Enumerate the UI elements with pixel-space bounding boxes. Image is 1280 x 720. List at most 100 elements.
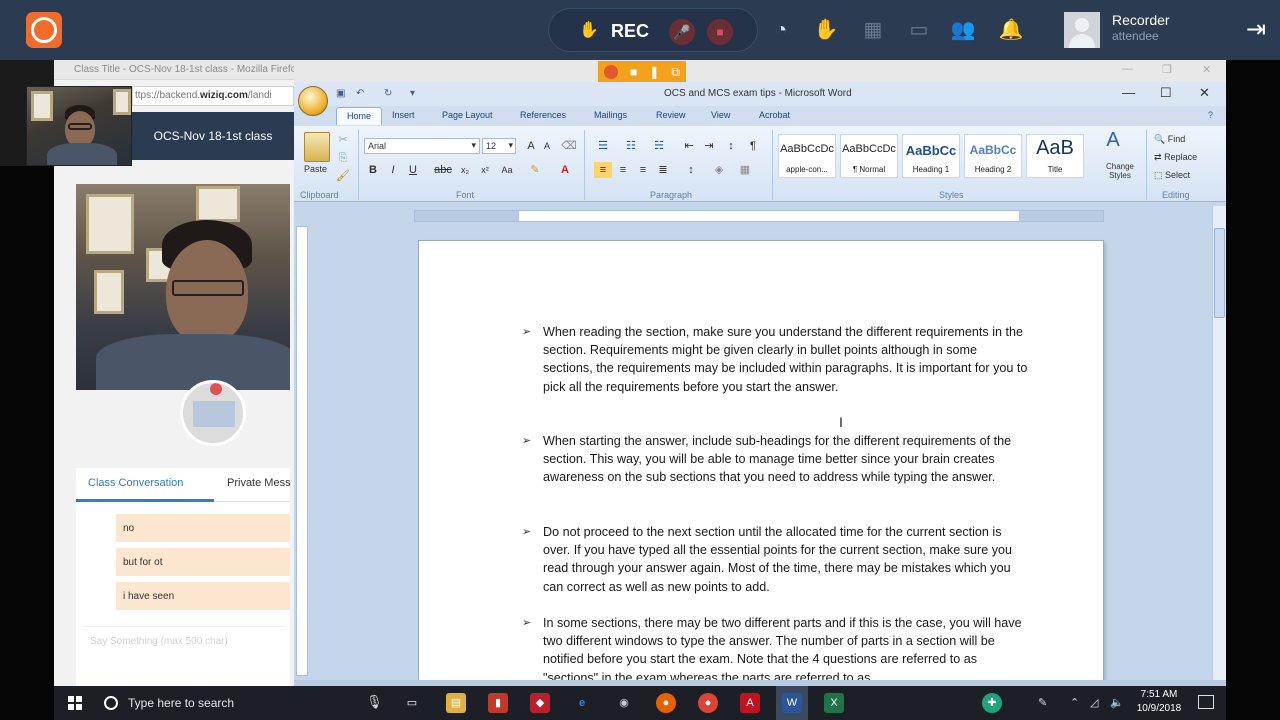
style-heading-1[interactable]: AaBbCc Heading 1 <box>902 134 960 178</box>
exit-icon[interactable]: ⇥ <box>1240 14 1272 46</box>
style-title[interactable]: AaB Title <box>1026 134 1084 178</box>
word-minimize-icon[interactable]: — <box>1122 85 1135 100</box>
mic-muted-icon[interactable]: 🎤 <box>669 19 695 45</box>
line-spacing-icon[interactable]: ↕ <box>682 162 700 178</box>
acrobat-icon[interactable]: A <box>740 693 760 713</box>
superscript-icon[interactable]: x² <box>476 162 494 178</box>
tab-mailings[interactable]: Mailings <box>594 110 627 120</box>
change-styles-label[interactable]: Change Styles <box>1098 162 1142 180</box>
paste-label[interactable]: Paste <box>304 164 327 174</box>
taskbar-search[interactable]: Type here to search <box>128 696 234 710</box>
increase-indent-icon[interactable]: ⇥ <box>700 138 718 154</box>
word-maximize-icon[interactable]: ☐ <box>1160 85 1172 101</box>
subscript-icon[interactable]: x₂ <box>456 162 474 178</box>
word-close-icon[interactable]: ✕ <box>1199 85 1210 101</box>
change-case-icon[interactable]: Aa <box>498 162 516 178</box>
style-normal[interactable]: AaBbCcDc ¶ Normal <box>840 134 898 178</box>
align-right-icon[interactable]: ≡ <box>634 162 652 178</box>
microphone-icon[interactable]: 🎙 <box>366 694 383 710</box>
underline-icon[interactable]: U <box>404 162 422 178</box>
bold-icon[interactable]: B <box>364 162 382 178</box>
tab-references[interactable]: References <box>520 110 566 120</box>
clock-date[interactable]: 10/9/2018 <box>1134 703 1184 714</box>
format-painter-icon[interactable]: 🖌 <box>334 168 352 184</box>
network-icon[interactable]: ◿ <box>1090 696 1098 709</box>
document-page[interactable]: ➢ When reading the section, make sure yo… <box>418 240 1104 686</box>
chat-input[interactable]: Say Something (max 500 char) <box>82 626 286 656</box>
word-icon[interactable]: W <box>782 693 802 713</box>
restore-icon[interactable]: ❐ <box>1162 63 1172 76</box>
shading-icon[interactable]: ◈ <box>710 162 728 178</box>
logo-icon[interactable] <box>26 12 62 48</box>
find-button[interactable]: 🔍 Find <box>1154 134 1185 145</box>
justify-icon[interactable]: ≣ <box>654 162 672 178</box>
vertical-scrollbar[interactable] <box>1212 206 1226 680</box>
align-left-icon[interactable]: ≡ <box>594 162 612 178</box>
cut-icon[interactable]: ✂ <box>334 132 352 148</box>
cortana-icon[interactable] <box>104 696 118 710</box>
app-icon[interactable]: ✚ <box>982 693 1002 713</box>
chrome-icon[interactable]: ● <box>698 693 718 713</box>
task-view-icon[interactable]: ▭ <box>402 693 422 713</box>
windows-start-icon[interactable] <box>68 696 82 710</box>
excel-icon[interactable]: X <box>824 693 844 713</box>
camera-icon[interactable]: ■ <box>630 65 637 79</box>
camera-muted-icon[interactable]: ■ <box>707 19 733 45</box>
redo-icon[interactable]: ↻ <box>384 88 392 99</box>
document-paragraph[interactable]: Do not proceed to the next section until… <box>543 523 1029 596</box>
tab-insert[interactable]: Insert <box>392 110 415 120</box>
tab-review[interactable]: Review <box>656 110 686 120</box>
document-paragraph[interactable]: When reading the section, make sure you … <box>543 323 1029 396</box>
pen-icon[interactable]: ✎ <box>1038 696 1047 709</box>
qat-dropdown-icon[interactable]: ▾ <box>410 88 415 99</box>
minimize-icon[interactable]: — <box>1122 63 1133 75</box>
firefox-icon[interactable]: ● <box>656 693 676 713</box>
style-heading-2[interactable]: AaBbCc Heading 2 <box>964 134 1022 178</box>
tab-acrobat[interactable]: Acrobat <box>759 110 790 120</box>
edge-icon[interactable]: e <box>572 693 592 713</box>
font-name-select[interactable]: Arial ▾ <box>364 138 480 154</box>
sort-icon[interactable]: ↕ <box>722 138 740 154</box>
tab-home[interactable]: Home <box>336 107 383 125</box>
volume-icon[interactable]: 🔈 <box>1110 696 1124 709</box>
vertical-ruler[interactable] <box>296 226 308 676</box>
strikethrough-icon[interactable]: abc <box>434 162 452 178</box>
paste-icon[interactable] <box>304 132 330 162</box>
screen-icon[interactable]: ▭ <box>906 17 932 43</box>
multilevel-list-icon[interactable]: ☵ <box>650 138 668 154</box>
show-formatting-icon[interactable]: ¶ <box>744 138 762 154</box>
italic-icon[interactable]: I <box>384 162 402 178</box>
app-icon[interactable]: ◆ <box>530 693 550 713</box>
file-explorer-icon[interactable]: ▤ <box>446 693 466 713</box>
document-paragraph[interactable]: In some sections, there may be two diffe… <box>543 614 1029 686</box>
save-icon[interactable]: ▣ <box>336 88 345 99</box>
expand-icon[interactable]: ⧉ <box>671 65 680 80</box>
close-icon[interactable]: ✕ <box>1202 63 1211 76</box>
clear-formatting-icon[interactable]: ⌫ <box>560 138 578 154</box>
change-styles-icon[interactable]: A <box>1104 130 1122 150</box>
presenter-video-small[interactable] <box>26 86 132 166</box>
app-icon[interactable]: ◉ <box>614 693 634 713</box>
participants-icon[interactable]: 👥 <box>950 17 976 43</box>
font-size-select[interactable]: 12 ▾ <box>482 138 516 154</box>
document-paragraph[interactable]: When starting the answer, include sub-he… <box>543 432 1029 487</box>
replace-button[interactable]: ⇄ Replace <box>1154 152 1197 163</box>
raise-hand-icon[interactable]: ✋ <box>813 17 839 43</box>
scrollbar-thumb[interactable] <box>1214 228 1225 318</box>
bullets-icon[interactable]: ☰ <box>594 138 612 154</box>
notification-icon[interactable] <box>1198 695 1214 709</box>
numbering-icon[interactable]: ☷ <box>622 138 640 154</box>
style-apple-converted[interactable]: AaBbCcDc apple-con... <box>778 134 836 178</box>
tab-view[interactable]: View <box>711 110 730 120</box>
screen-share-toolbar[interactable]: ■ ❚ ⧉ <box>598 61 686 83</box>
screen-share-thumbnail[interactable] <box>180 380 246 446</box>
decrease-indent-icon[interactable]: ⇤ <box>680 138 698 154</box>
tab-class-conversation[interactable]: Class Conversation <box>88 477 183 489</box>
bell-icon[interactable]: 🔔 <box>998 17 1024 43</box>
office-button-icon[interactable] <box>298 86 328 116</box>
timer-icon[interactable]: ◔ <box>768 17 794 43</box>
rec-label[interactable]: REC <box>611 21 649 42</box>
pause-icon[interactable]: ❚ <box>649 65 659 79</box>
presenter-video[interactable] <box>76 184 290 390</box>
url-bar[interactable]: ttps://backend.wiziq.com/landi <box>132 86 294 106</box>
